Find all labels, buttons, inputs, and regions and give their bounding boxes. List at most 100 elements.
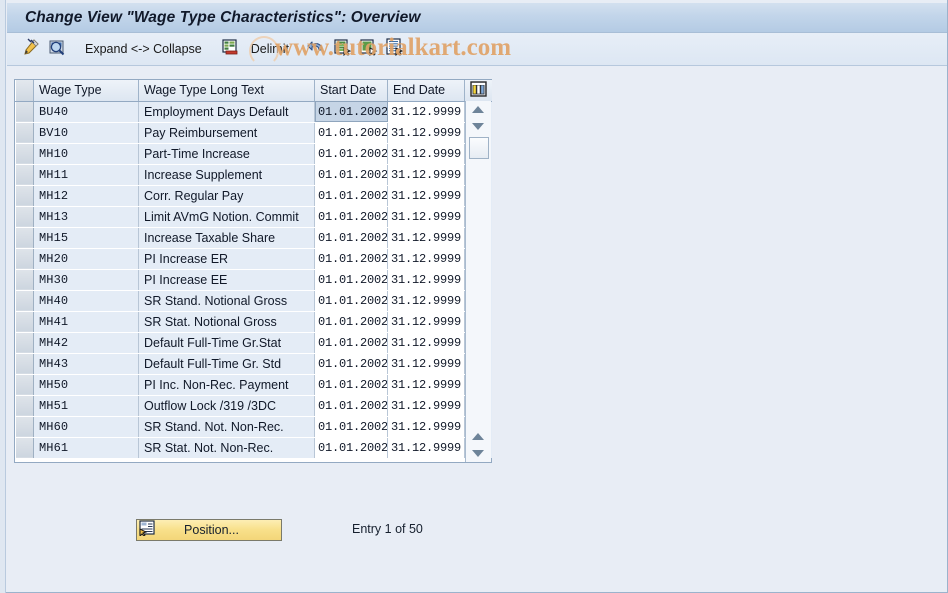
select-all-header[interactable] — [15, 80, 34, 102]
display-button[interactable] — [44, 37, 70, 61]
cell-long-text[interactable]: SR Stand. Not. Non-Rec. — [138, 416, 315, 438]
cell-long-text[interactable]: Default Full-Time Gr. Std — [138, 353, 315, 375]
row-select-button[interactable] — [15, 415, 34, 438]
cell-end-date[interactable]: 31.12.9999 — [387, 227, 465, 249]
table-row[interactable]: MH13 Limit AVmG Notion. Commit 01.01.2002 3… — [15, 205, 492, 228]
cell-wage-type[interactable]: MH12 — [33, 185, 139, 207]
cell-end-date[interactable]: 31.12.9999 — [387, 437, 465, 459]
table-row[interactable]: MH43 Default Full-Time Gr. Std 01.01.2002 3… — [15, 352, 492, 375]
cell-start-date[interactable]: 01.01.2002 — [314, 122, 388, 144]
cell-start-date[interactable]: 01.01.2002 — [314, 143, 388, 165]
cell-end-date[interactable]: 31.12.9999 — [387, 290, 465, 312]
cell-long-text[interactable]: SR Stat. Not. Non-Rec. — [138, 437, 315, 459]
table-row[interactable]: MH12 Corr. Regular Pay 01.01.2002 31.12.999… — [15, 184, 492, 207]
cell-start-date[interactable]: 01.01.2002 — [314, 185, 388, 207]
row-select-button[interactable] — [15, 163, 34, 186]
column-config-button[interactable] — [464, 80, 492, 102]
cell-end-date[interactable]: 31.12.9999 — [387, 143, 465, 165]
cell-start-date[interactable]: 01.01.2002 — [314, 332, 388, 354]
cell-end-date[interactable]: 31.12.9999 — [387, 311, 465, 333]
table-row[interactable]: MH30 PI Increase EE 01.01.2002 31.12.9999 — [15, 268, 492, 291]
delimit-icon-button[interactable] — [217, 37, 243, 61]
cell-start-date[interactable]: 01.01.2002 — [314, 374, 388, 396]
cell-start-date[interactable]: 01.01.2002 — [314, 164, 388, 186]
cell-long-text[interactable]: Employment Days Default — [138, 101, 315, 123]
cell-long-text[interactable]: Default Full-Time Gr.Stat — [138, 332, 315, 354]
cell-start-date[interactable]: 01.01.2002 — [314, 290, 388, 312]
cell-wage-type[interactable]: MH30 — [33, 269, 139, 291]
cell-wage-type[interactable]: MH10 — [33, 143, 139, 165]
cell-end-date[interactable]: 31.12.9999 — [387, 269, 465, 291]
row-select-button[interactable] — [15, 436, 34, 459]
new-entry-button[interactable] — [356, 37, 382, 61]
cell-wage-type[interactable]: BU40 — [33, 101, 139, 123]
cell-start-date[interactable]: 01.01.2002 — [314, 395, 388, 417]
cell-wage-type[interactable]: MH51 — [33, 395, 139, 417]
scroll-up-button[interactable] — [466, 101, 490, 118]
cell-wage-type[interactable]: BV10 — [33, 122, 139, 144]
table-row[interactable]: MH42 Default Full-Time Gr.Stat 01.01.2002 3… — [15, 331, 492, 354]
row-select-button[interactable] — [15, 310, 34, 333]
cell-long-text[interactable]: PI Inc. Non-Rec. Payment — [138, 374, 315, 396]
cell-wage-type[interactable]: MH40 — [33, 290, 139, 312]
cell-start-date[interactable]: 01.01.2002 — [314, 101, 388, 123]
cell-long-text[interactable]: SR Stand. Notional Gross — [138, 290, 315, 312]
cell-start-date[interactable]: 01.01.2002 — [314, 269, 388, 291]
table-vertical-scrollbar[interactable] — [465, 101, 491, 462]
row-select-button[interactable] — [15, 289, 34, 312]
table-row[interactable]: MH41 SR Stat. Notional Gross 01.01.2002 31.… — [15, 310, 492, 333]
row-select-button[interactable] — [15, 331, 34, 354]
table-row[interactable]: MH50 PI Inc. Non-Rec. Payment 01.01.2002 31… — [15, 373, 492, 396]
cell-long-text[interactable]: PI Increase EE — [138, 269, 315, 291]
table-row[interactable]: MH61 SR Stat. Not. Non-Rec. 01.01.2002 31.1… — [15, 436, 492, 459]
cell-long-text[interactable]: Increase Supplement — [138, 164, 315, 186]
row-select-button[interactable] — [15, 100, 34, 123]
table-row[interactable]: MH20 PI Increase ER 01.01.2002 31.12.9999 — [15, 247, 492, 270]
table-row[interactable]: MH10 Part-Time Increase 01.01.2002 31.12.99… — [15, 142, 492, 165]
row-select-button[interactable] — [15, 226, 34, 249]
table-row[interactable]: MH11 Increase Supplement 01.01.2002 31.12.9… — [15, 163, 492, 186]
cell-end-date[interactable]: 31.12.9999 — [387, 374, 465, 396]
position-button[interactable]: Position... — [136, 519, 282, 541]
row-select-button[interactable] — [15, 352, 34, 375]
cell-wage-type[interactable]: MH13 — [33, 206, 139, 228]
row-select-button[interactable] — [15, 121, 34, 144]
edit-button[interactable] — [18, 37, 44, 61]
cell-wage-type[interactable]: MH43 — [33, 353, 139, 375]
table-row[interactable]: BU40 Employment Days Default 01.01.2002 31.… — [15, 100, 492, 123]
copy-entry-button[interactable] — [330, 37, 356, 61]
cell-end-date[interactable]: 31.12.9999 — [387, 332, 465, 354]
scroll-page-down-button[interactable] — [466, 445, 490, 462]
cell-wage-type[interactable]: MH15 — [33, 227, 139, 249]
table-row[interactable]: BV10 Pay Reimbursement 01.01.2002 31.12.999… — [15, 121, 492, 144]
cell-long-text[interactable]: PI Increase ER — [138, 248, 315, 270]
cell-wage-type[interactable]: MH20 — [33, 248, 139, 270]
cell-end-date[interactable]: 31.12.9999 — [387, 185, 465, 207]
table-row[interactable]: MH40 SR Stand. Notional Gross 01.01.2002 31… — [15, 289, 492, 312]
cell-long-text[interactable]: Part-Time Increase — [138, 143, 315, 165]
cell-wage-type[interactable]: MH60 — [33, 416, 139, 438]
details-button[interactable] — [382, 37, 408, 61]
scroll-down-button[interactable] — [466, 118, 490, 135]
col-header-wage-type[interactable]: Wage Type — [33, 80, 139, 102]
cell-long-text[interactable]: SR Stat. Notional Gross — [138, 311, 315, 333]
row-select-button[interactable] — [15, 247, 34, 270]
cell-long-text[interactable]: Limit AVmG Notion. Commit — [138, 206, 315, 228]
cell-start-date[interactable]: 01.01.2002 — [314, 311, 388, 333]
row-select-button[interactable] — [15, 142, 34, 165]
table-row[interactable]: MH15 Increase Taxable Share 01.01.2002 31.1… — [15, 226, 492, 249]
scrollbar-thumb[interactable] — [468, 137, 489, 159]
undo-button[interactable] — [304, 37, 330, 61]
row-select-button[interactable] — [15, 373, 34, 396]
table-row[interactable]: MH51 Outflow Lock /319 /3DC 01.01.2002 31.1… — [15, 394, 492, 417]
cell-start-date[interactable]: 01.01.2002 — [314, 353, 388, 375]
cell-end-date[interactable]: 31.12.9999 — [387, 122, 465, 144]
cell-start-date[interactable]: 01.01.2002 — [314, 206, 388, 228]
col-header-start-date[interactable]: Start Date — [314, 80, 388, 102]
table-row[interactable]: MH60 SR Stand. Not. Non-Rec. 01.01.2002 31.… — [15, 415, 492, 438]
row-select-button[interactable] — [15, 184, 34, 207]
row-select-button[interactable] — [15, 205, 34, 228]
cell-wage-type[interactable]: MH50 — [33, 374, 139, 396]
col-header-end-date[interactable]: End Date — [387, 80, 465, 102]
cell-wage-type[interactable]: MH41 — [33, 311, 139, 333]
